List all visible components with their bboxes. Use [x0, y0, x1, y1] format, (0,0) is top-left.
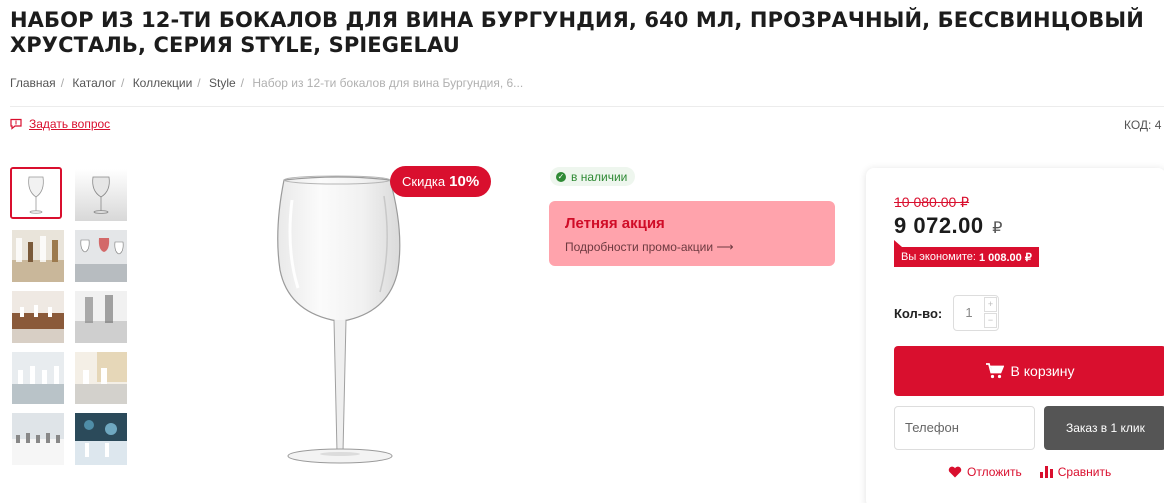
check-circle-icon: ✓	[556, 171, 566, 182]
savings-badge: Вы экономите: 1 008.00 ₽	[894, 240, 1039, 267]
thumbnail-5[interactable]	[12, 291, 64, 343]
buy-box: 10 080.00 ₽ 9 072.00 ₽ Вы экономите: 1 0…	[866, 168, 1164, 503]
one-click-order-button[interactable]: Заказ в 1 клик	[1044, 406, 1164, 450]
thumbnail-6[interactable]	[75, 291, 127, 343]
message-icon	[10, 118, 22, 130]
product-code: КОД: 4	[1124, 118, 1162, 132]
breadcrumb-style[interactable]: Style	[209, 76, 236, 90]
thumbnail-3[interactable]	[12, 230, 64, 282]
old-price: 10 080.00 ₽	[894, 194, 970, 210]
discount-value: 10%	[449, 173, 480, 190]
ask-question-link[interactable]: Задать вопрос	[10, 117, 110, 131]
heart-icon	[948, 466, 962, 478]
thumbnail-9[interactable]	[12, 413, 64, 465]
quantity-increase-button[interactable]: +	[984, 297, 997, 312]
promo-details-link[interactable]: Подробности промо-акции ⟶	[565, 240, 819, 254]
breadcrumb-collections[interactable]: Коллекции	[133, 76, 193, 90]
price-value: 9 072.00	[894, 213, 984, 238]
price-currency: ₽	[992, 220, 1003, 237]
phone-input[interactable]: Телефон	[894, 406, 1035, 450]
savings-value: 1 008.00 ₽	[978, 251, 1032, 264]
divider	[10, 106, 1164, 107]
add-to-cart-button[interactable]: В корзину	[894, 346, 1164, 396]
quantity-value[interactable]: 1	[954, 296, 984, 330]
compare-button[interactable]: Сравнить	[1039, 465, 1112, 479]
stock-label: в наличии	[571, 169, 628, 184]
breadcrumb-catalog[interactable]: Каталог	[72, 76, 116, 90]
breadcrumb-home[interactable]: Главная	[10, 76, 56, 90]
quantity-stepper[interactable]: 1 + −	[953, 295, 999, 331]
wishlist-button[interactable]: Отложить	[948, 465, 1022, 479]
product-title: НАБОР ИЗ 12-ТИ БОКАЛОВ ДЛЯ ВИНА БУРГУНДИ…	[10, 8, 1144, 57]
secondary-actions: Отложить Сравнить	[948, 465, 1111, 479]
thumbnail-1[interactable]	[10, 167, 62, 219]
add-to-cart-label: В корзину	[1010, 363, 1075, 379]
thumbnail-8[interactable]	[75, 352, 127, 404]
promo-title: Летняя акция	[565, 215, 665, 232]
thumbnail-10[interactable]	[75, 413, 127, 465]
breadcrumb-current: Набор из 12-ти бокалов для вина Бургунди…	[252, 76, 524, 90]
discount-prefix: Скидка	[402, 174, 446, 189]
wishlist-label: Отложить	[967, 465, 1022, 479]
thumbnail-2[interactable]	[75, 169, 127, 221]
discount-badge: Скидка 10%	[390, 166, 492, 197]
promo-banner[interactable]: Летняя акция Подробности промо-акции ⟶	[549, 201, 835, 266]
thumbnail-7[interactable]	[12, 352, 64, 404]
main-product-image[interactable]	[180, 160, 510, 480]
ask-question-label: Задать вопрос	[29, 117, 111, 131]
cart-icon	[985, 363, 1004, 379]
quantity-label: Кол-во:	[894, 306, 943, 321]
stock-badge: ✓ в наличии	[550, 167, 636, 186]
savings-prefix: Вы экономите:	[901, 251, 976, 263]
thumbnail-4[interactable]	[75, 230, 127, 282]
compare-label: Сравнить	[1057, 465, 1112, 479]
breadcrumb: Главная / Каталог / Коллекции / Style / Набо…	[10, 76, 524, 90]
quantity-decrease-button[interactable]: −	[984, 313, 997, 328]
current-price: 9 072.00 ₽	[894, 213, 1003, 239]
bar-chart-icon	[1039, 466, 1053, 478]
